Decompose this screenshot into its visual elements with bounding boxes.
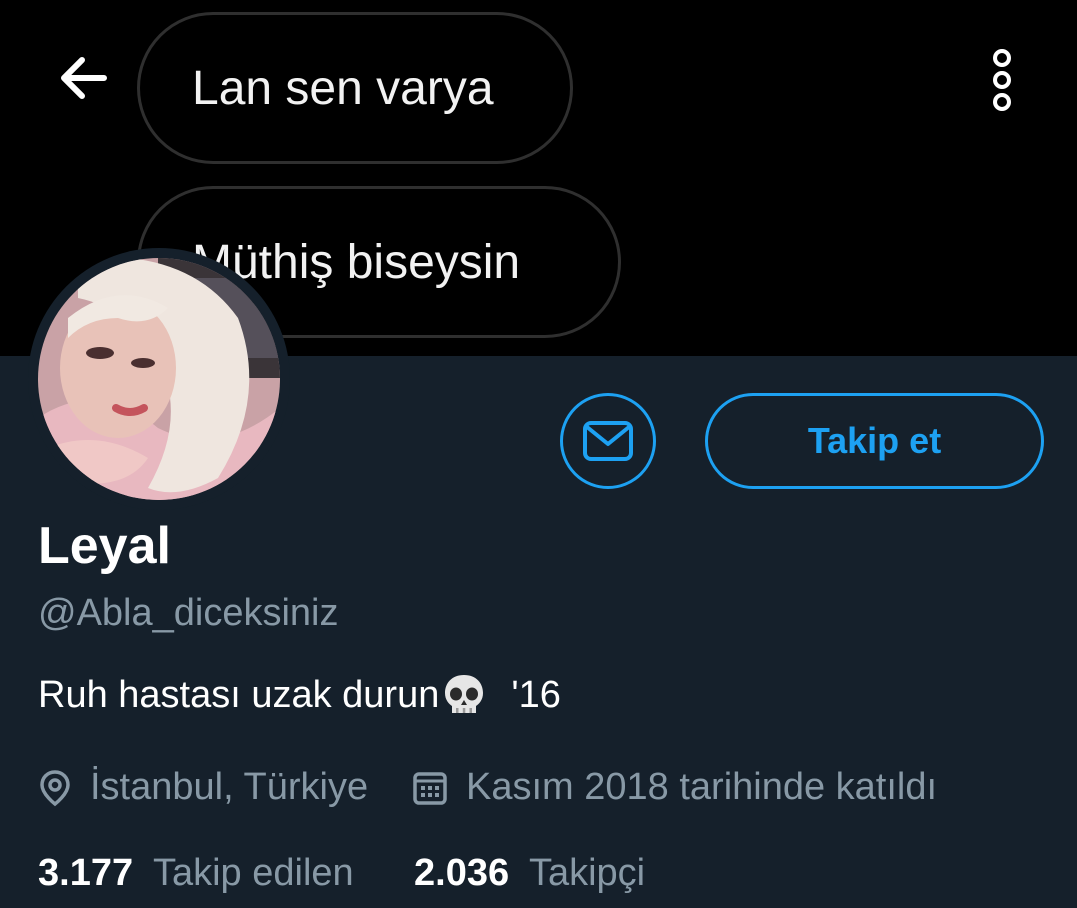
vertical-dots-icon: [993, 49, 1011, 111]
bio-year: '16: [511, 673, 561, 716]
avatar-image: [38, 258, 280, 500]
more-options-button[interactable]: [982, 44, 1022, 120]
followers-count: 2.036: [414, 852, 510, 894]
following-label: Takip edilen: [152, 852, 354, 894]
profile-bio: Ruh hastası uzak durun '16: [38, 672, 561, 718]
message-button[interactable]: [560, 393, 656, 489]
join-date-text: Kasım 2018 tarihinde katıldı: [466, 766, 938, 808]
envelope-icon: [583, 421, 633, 461]
profile-location: İstanbul, Türkiye: [38, 766, 368, 809]
profile-name: Leyal: [38, 517, 171, 575]
location-text: İstanbul, Türkiye: [90, 766, 369, 808]
calendar-icon: [413, 771, 447, 805]
bio-text: Ruh hastası uzak durun: [38, 673, 440, 716]
banner-bubble-text: Lan sen varya: [192, 61, 494, 115]
profile-handle: @Abla_diceksiniz: [38, 592, 339, 634]
follow-button[interactable]: Takip et: [705, 393, 1044, 489]
avatar[interactable]: [38, 258, 280, 500]
followers-label: Takipçi: [528, 852, 646, 894]
location-pin-icon: [40, 769, 70, 806]
following-count: 3.177: [38, 852, 134, 894]
following-link[interactable]: 3.177 Takip edilen: [38, 852, 354, 895]
back-button[interactable]: [52, 48, 118, 108]
followers-link[interactable]: 2.036 Takipçi: [414, 852, 645, 895]
profile-join-date: Kasım 2018 tarihinde katıldı: [412, 766, 937, 809]
skull-icon: [445, 675, 484, 713]
banner-text-bubble: Lan sen varya: [137, 12, 573, 164]
arrow-left-icon: [61, 57, 107, 99]
